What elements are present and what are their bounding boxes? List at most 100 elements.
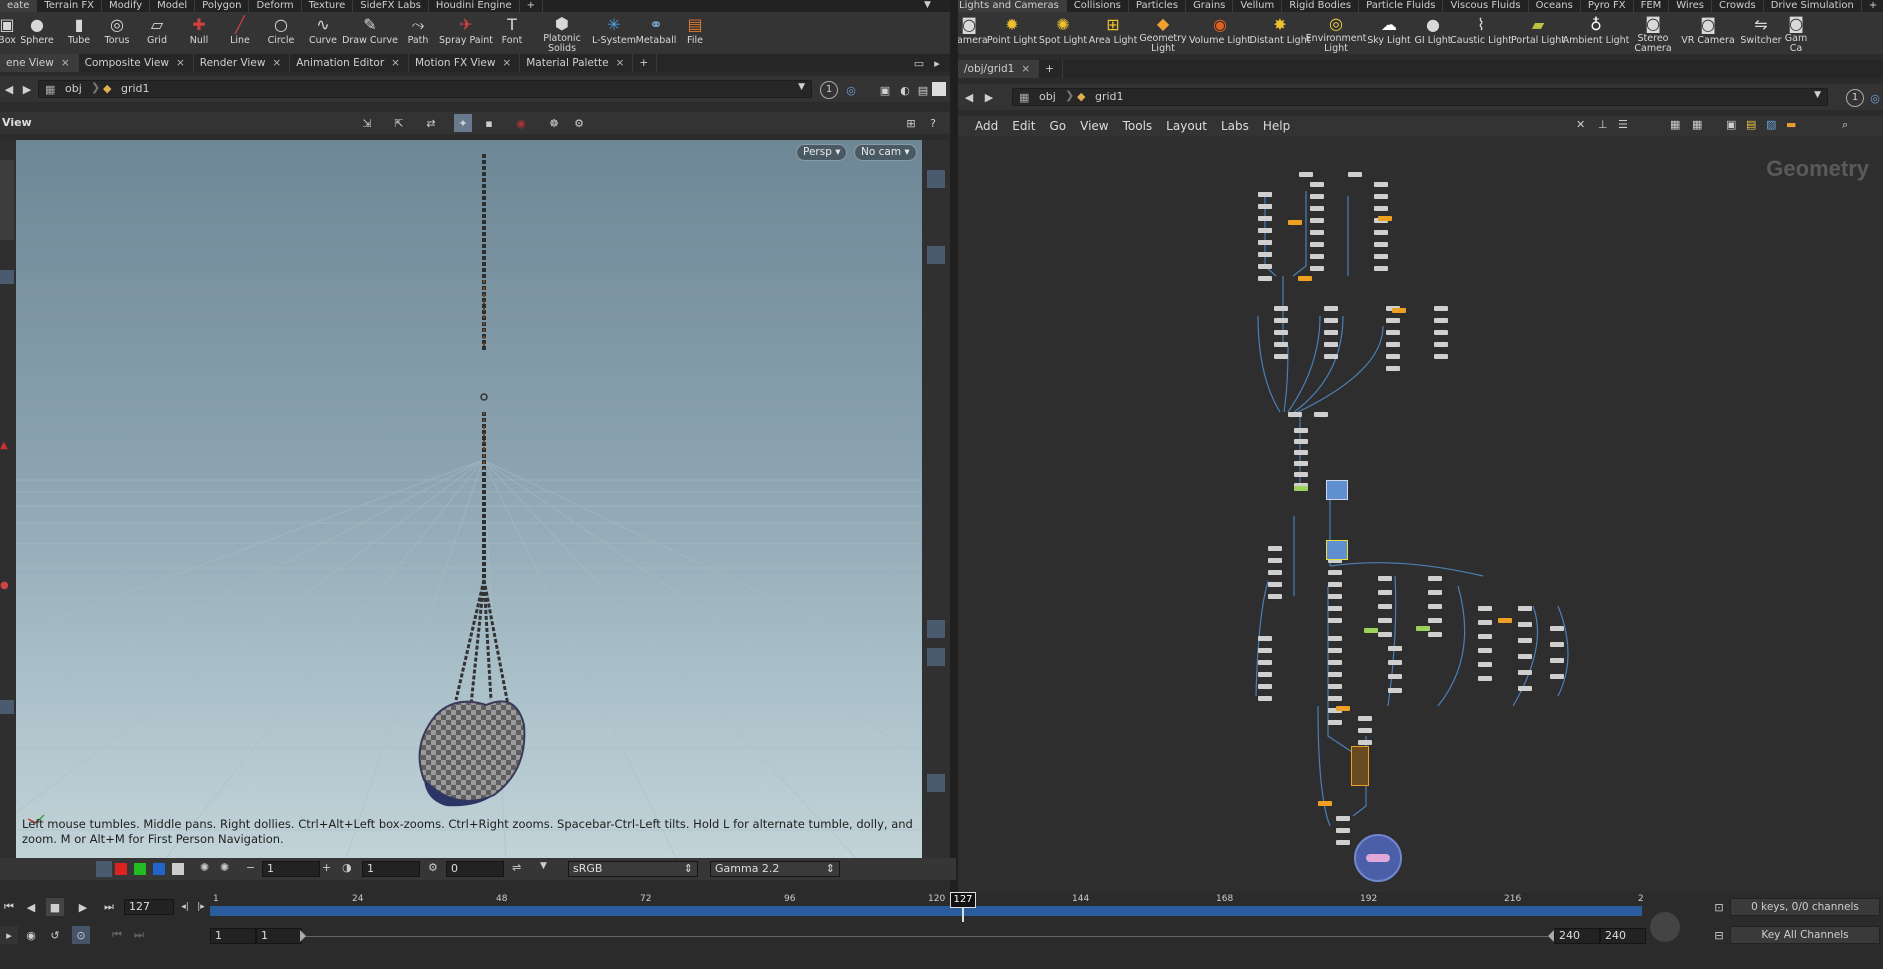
select-icon[interactable]: ⇲ — [358, 114, 376, 132]
pane-tab-1[interactable]: Composite View × — [79, 54, 194, 72]
graph-node[interactable] — [1388, 674, 1402, 679]
graph-node[interactable] — [1268, 546, 1282, 551]
minus-icon[interactable]: − — [246, 861, 255, 874]
pane-tab-0[interactable]: ene View × — [0, 54, 79, 72]
loop-icon[interactable]: ↺ — [46, 926, 64, 944]
menu-tools[interactable]: Tools — [1116, 116, 1160, 136]
tool-box[interactable]: ▣ Box — [0, 12, 16, 54]
forward-arrow-icon[interactable]: ▶ — [18, 80, 36, 98]
tool-vr-camera[interactable]: ◙ VR Camera — [1680, 12, 1736, 54]
step-forward-icon[interactable]: ⏭ — [100, 898, 118, 916]
exposure-icon[interactable]: ✺ — [200, 861, 209, 874]
exposure-field[interactable]: 1 — [262, 861, 320, 877]
right_shelf-tab-5[interactable]: Rigid Bodies — [1282, 0, 1360, 12]
graph-node[interactable] — [1428, 618, 1442, 623]
graph-node[interactable] — [1268, 558, 1282, 563]
ghost-icon[interactable]: ☸ — [545, 114, 563, 132]
path-dropdown-icon[interactable]: ▼ — [798, 82, 805, 92]
range-start-handle[interactable] — [300, 930, 306, 942]
graph-node[interactable] — [1434, 306, 1448, 311]
left_shelf-tab-4[interactable]: Polygon — [195, 0, 250, 12]
left_shelf-tab-5[interactable]: Deform — [249, 0, 302, 12]
object-merge-node[interactable] — [1326, 480, 1348, 500]
tool-stereo-camera[interactable]: ◙ Stereo Camera — [1626, 12, 1680, 54]
menu-view[interactable]: View — [1073, 116, 1115, 136]
end-frame-field-2[interactable]: 240 — [1600, 928, 1646, 944]
graph-node[interactable] — [1258, 216, 1272, 221]
green-channel-icon[interactable] — [134, 863, 146, 875]
graph-node[interactable] — [1434, 342, 1448, 347]
graph-node[interactable] — [1310, 218, 1324, 223]
close-icon[interactable]: × — [176, 57, 185, 69]
left_shelf-tab-0[interactable]: eate — [0, 0, 38, 12]
graph-node[interactable] — [1550, 642, 1564, 647]
tool-null[interactable]: ✚ Null — [178, 12, 220, 54]
back-arrow-icon[interactable]: ◀ — [0, 80, 18, 98]
tool-file[interactable]: ▤ File — [676, 12, 714, 54]
tree-icon[interactable]: ⊥ — [1598, 118, 1608, 131]
graph-node[interactable] — [1328, 618, 1342, 623]
path-root[interactable]: obj — [1039, 90, 1056, 103]
graph-node[interactable] — [1550, 674, 1564, 679]
left_shelf-tab-1[interactable]: Terrain FX — [37, 0, 102, 12]
pin-badge[interactable]: 1 — [1846, 89, 1864, 107]
left_shelf-tab-7[interactable]: SideFX Labs — [353, 0, 429, 12]
tool-font[interactable]: T Font — [492, 12, 532, 54]
graph-node[interactable] — [1274, 318, 1288, 323]
shelf-menu-arrow-icon[interactable]: ▼ — [924, 0, 938, 12]
graph-node[interactable] — [1386, 318, 1400, 323]
display-icon-3[interactable] — [927, 620, 945, 638]
grid-options-icon[interactable]: ▦ — [1692, 118, 1702, 131]
pane-tab-4[interactable]: Motion FX View × — [409, 54, 521, 72]
tool-lsystem[interactable]: ✳ L-System — [592, 12, 636, 54]
key-all-channels-button[interactable]: Key All Channels — [1730, 926, 1880, 944]
tool-spot-light[interactable]: ✺ Spot Light — [1038, 12, 1088, 54]
graph-node[interactable] — [1434, 318, 1448, 323]
grid-view-icon[interactable]: ▦ — [1670, 118, 1680, 131]
pane-tab-5[interactable]: Material Palette × — [520, 54, 634, 72]
pin-badge[interactable]: 1 — [820, 81, 838, 99]
snapshot-icon[interactable] — [932, 82, 946, 96]
path-node[interactable]: grid1 — [1095, 90, 1124, 103]
graph-node[interactable] — [1518, 638, 1532, 643]
3d-viewport[interactable]: Persp ▾ No cam ▾ — [16, 140, 922, 858]
right_shelf-tab-10[interactable]: FEM — [1634, 0, 1670, 12]
right_shelf-tab-1[interactable]: Collisions — [1067, 0, 1129, 12]
right_shelf-tab-14[interactable]: + — [1862, 0, 1883, 12]
graph-node[interactable] — [1288, 412, 1302, 417]
graph-node[interactable] — [1550, 658, 1564, 663]
graph-node[interactable] — [1378, 590, 1392, 595]
handle-icon[interactable]: ✦ — [454, 114, 472, 132]
path-dropdown-icon[interactable]: ▼ — [1814, 90, 1821, 100]
tool-switcher[interactable]: ⇋ Switcher — [1736, 12, 1786, 54]
graph-node[interactable] — [1294, 439, 1308, 444]
graph-node[interactable] — [1518, 606, 1532, 611]
snap-icon[interactable]: ▪ — [480, 114, 498, 132]
graph-node[interactable] — [1328, 648, 1342, 653]
close-icon[interactable]: × — [616, 57, 625, 69]
graph-node[interactable] — [1386, 342, 1400, 347]
graph-node[interactable] — [1328, 570, 1342, 575]
tab-obj-grid1[interactable]: /obj/grid1 × — [958, 60, 1040, 78]
graph-node[interactable] — [1328, 684, 1342, 689]
right_shelf-tab-9[interactable]: Pyro FX — [1581, 0, 1634, 12]
graph-node-flagged[interactable] — [1498, 618, 1512, 623]
menu-help[interactable]: Help — [1256, 116, 1297, 136]
graph-node[interactable] — [1258, 264, 1272, 269]
graph-node[interactable] — [1324, 318, 1338, 323]
graph-node[interactable] — [1478, 620, 1492, 625]
forward-arrow-icon[interactable]: ▶ — [980, 88, 998, 106]
close-icon[interactable]: × — [61, 57, 70, 69]
graph-node[interactable] — [1258, 648, 1272, 653]
close-icon[interactable]: × — [391, 57, 400, 69]
graph-node[interactable] — [1358, 728, 1372, 733]
gear-icon[interactable]: ⚙ — [570, 114, 588, 132]
graph-node[interactable] — [1386, 330, 1400, 335]
graph-node[interactable] — [1478, 606, 1492, 611]
graph-node[interactable] — [1378, 604, 1392, 609]
right_shelf-tab-2[interactable]: Particles — [1129, 0, 1187, 12]
sticky-note-icon[interactable]: ▤ — [1746, 118, 1756, 131]
right_shelf-tab-0[interactable]: Lights and Cameras — [952, 0, 1067, 12]
lut-icon[interactable]: ⚙ — [428, 861, 438, 874]
graph-node[interactable] — [1314, 412, 1328, 417]
